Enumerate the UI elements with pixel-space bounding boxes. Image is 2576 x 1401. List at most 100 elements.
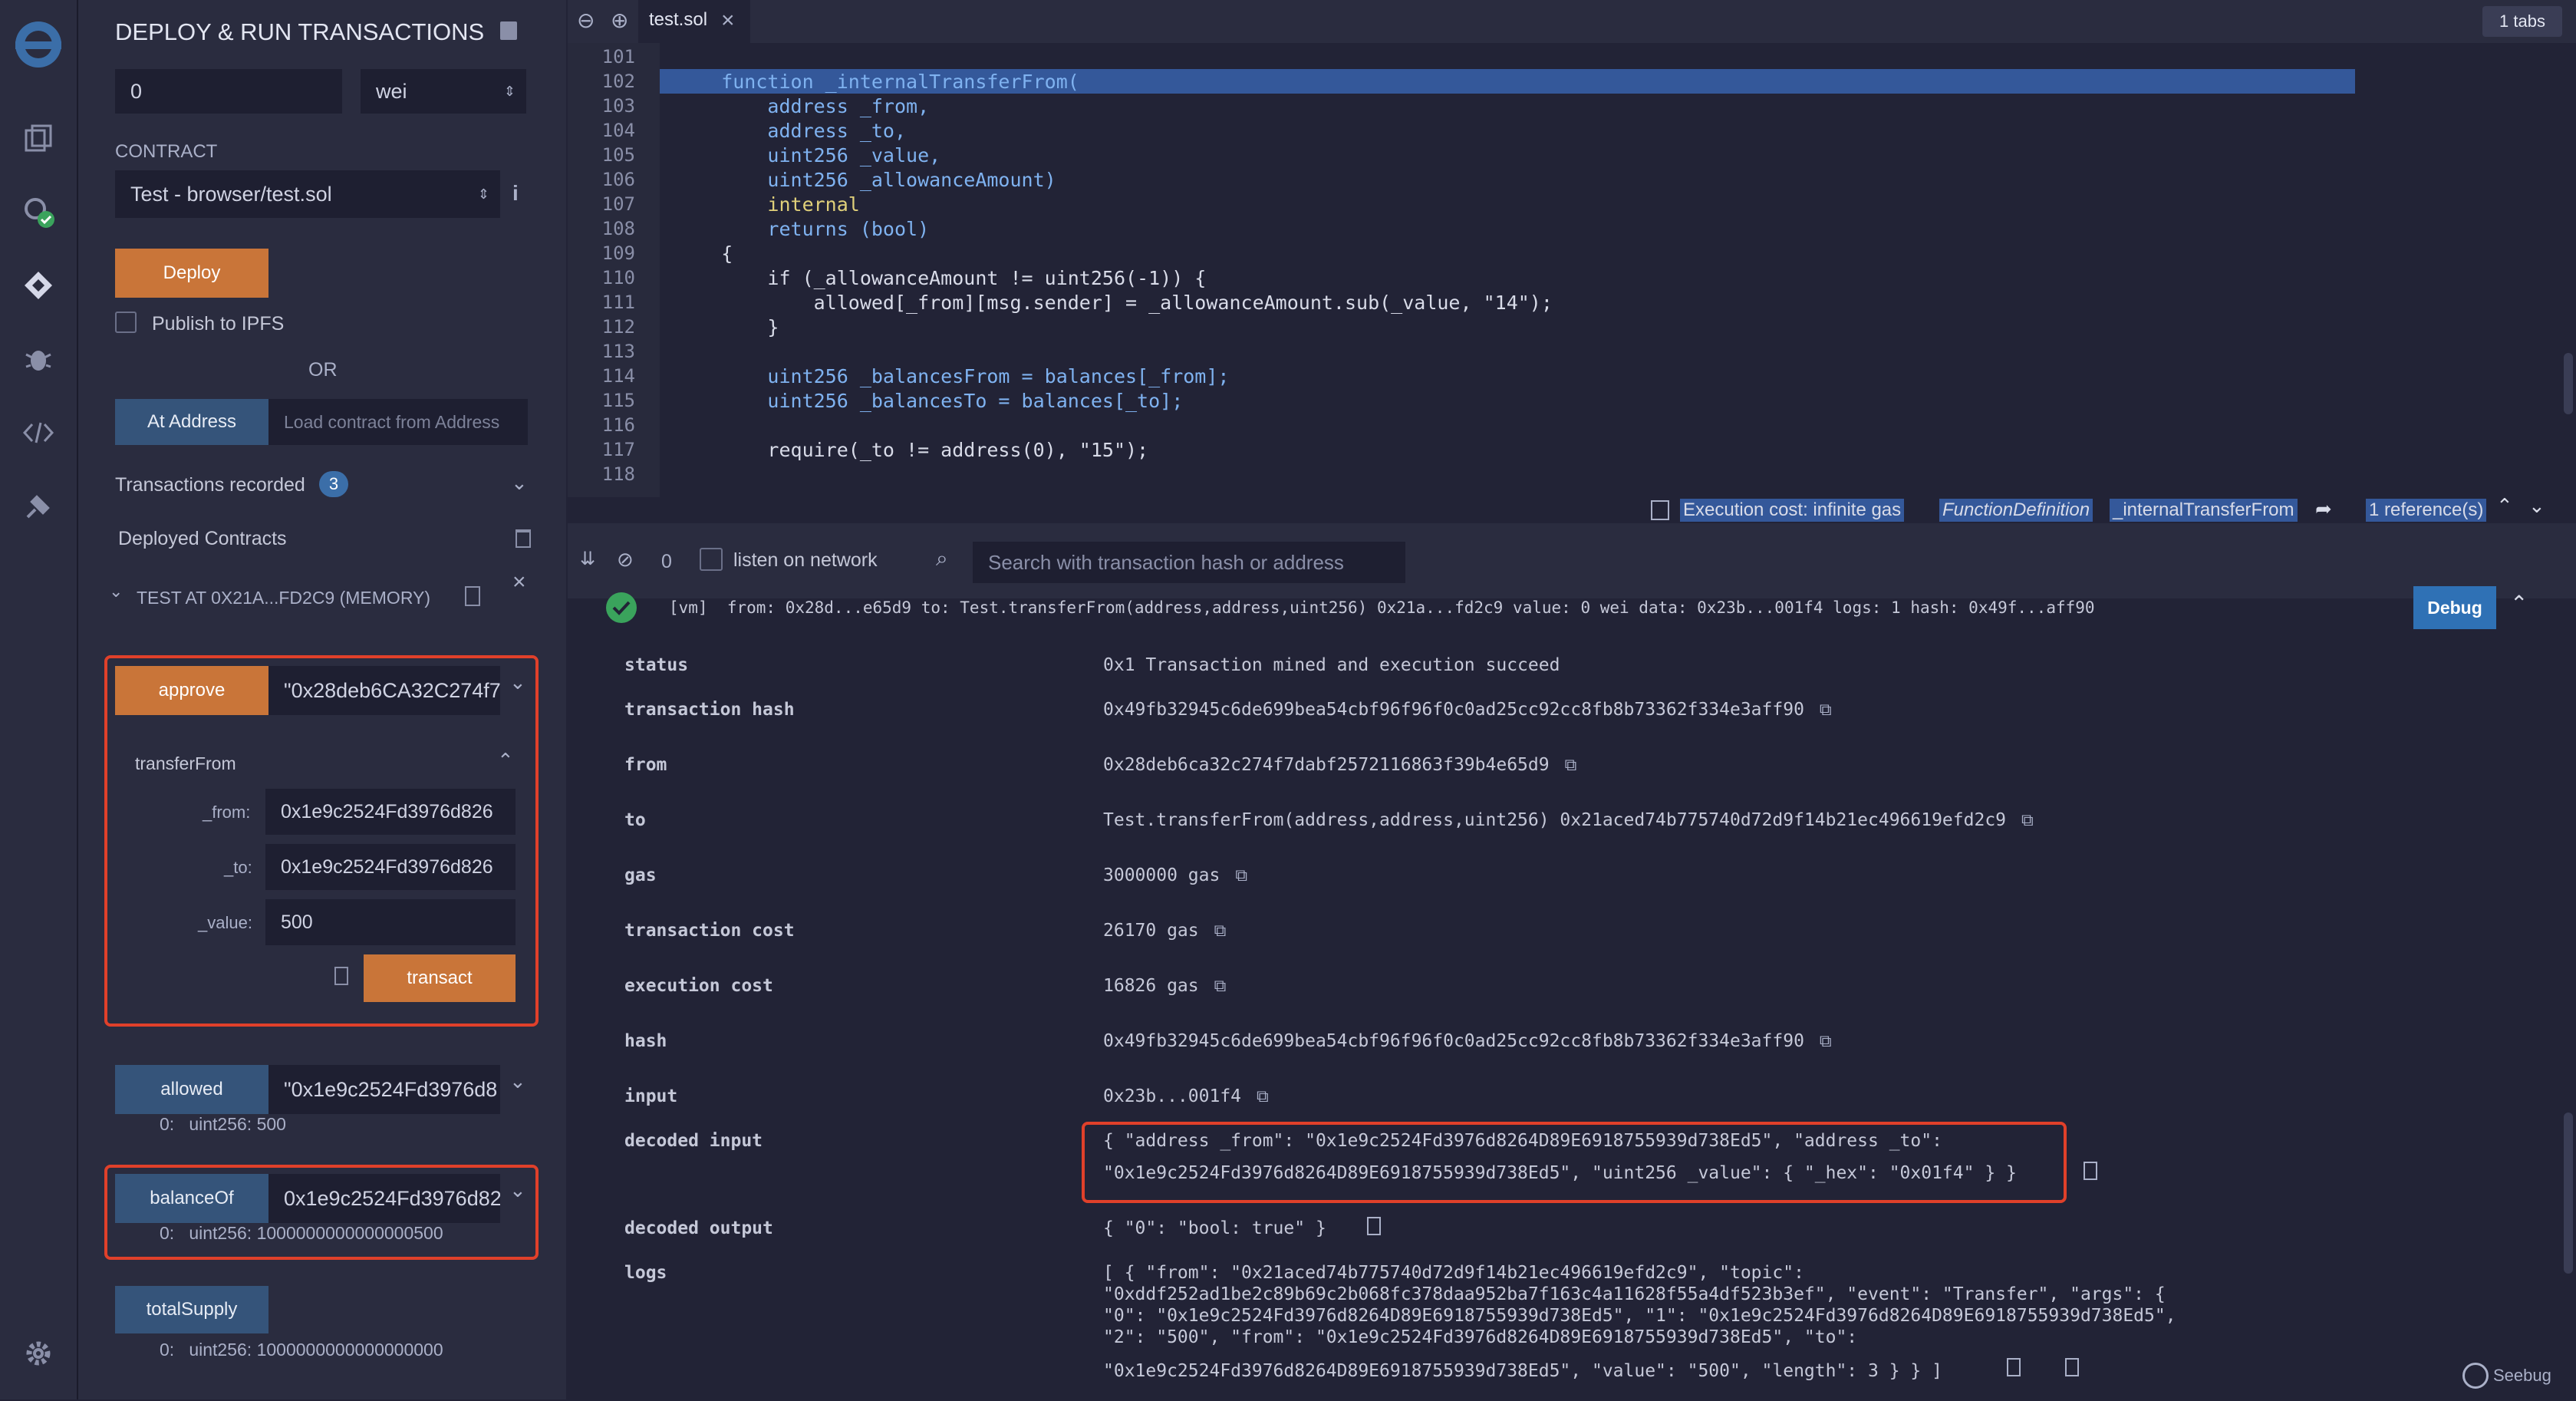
value-unit-select[interactable]: wei ⇕: [361, 69, 526, 114]
tx-detail-text: 3000000 gas: [1103, 865, 1220, 885]
approve-input[interactable]: "0x28deb6CA32C274f7: [268, 666, 500, 715]
chevron-down-icon[interactable]: ⌄: [2528, 494, 2545, 518]
tx-detail-value: 0x23b...001f4 ⧉: [1103, 1086, 1269, 1106]
copy-icon[interactable]: ⧉: [1214, 977, 1227, 996]
gas-icon: [1651, 500, 1669, 520]
close-tab-icon[interactable]: ×: [721, 8, 735, 34]
publish-checkbox[interactable]: [115, 312, 137, 333]
goto-definition-icon[interactable]: ➦: [2315, 497, 2332, 521]
collapse-terminal-icon[interactable]: ⇊: [580, 548, 595, 570]
terminal-scrollbar[interactable]: [2564, 1113, 2573, 1274]
success-check-icon: [606, 592, 637, 623]
editor-scrollbar[interactable]: [2564, 353, 2573, 414]
line-number: 110: [601, 267, 635, 288]
updown-icon: ⇕: [503, 83, 516, 99]
copy-icon[interactable]: ⧉: [2021, 811, 2034, 830]
plugin-manager-icon[interactable]: [17, 485, 60, 528]
search-icon: ⌕: [936, 546, 948, 570]
tx-detail-text: 0x49fb32945c6de699bea54cbf96f96f0c0ad25c…: [1103, 1031, 1804, 1051]
copy-icon[interactable]: [2007, 1358, 2021, 1376]
allowed-input[interactable]: "0x1e9c2524Fd3976d8: [268, 1065, 500, 1114]
tx-detail-key: status: [624, 655, 689, 675]
code-line: function _internalTransferFrom(: [675, 71, 1079, 93]
clear-console-icon[interactable]: ⊘: [617, 548, 634, 572]
totalsupply-button[interactable]: totalSupply: [115, 1286, 268, 1333]
code-line: {: [675, 242, 733, 265]
copy-icon[interactable]: ⧉: [1214, 921, 1227, 941]
docs-icon[interactable]: [500, 21, 517, 40]
chevron-up-icon[interactable]: ⌃: [2510, 591, 2528, 616]
logs-line4: "2": "500", "from": "0x1e9c2524Fd3976d82…: [1103, 1327, 1858, 1347]
zoom-in-icon[interactable]: ⊕: [611, 8, 628, 33]
publish-label: Publish to IPFS: [152, 313, 285, 335]
balanceof-input[interactable]: 0x1e9c2524Fd3976d82: [268, 1174, 500, 1223]
debugger-icon[interactable]: [17, 338, 60, 381]
chevron-down-icon[interactable]: ⌄: [509, 671, 526, 694]
tx-summary[interactable]: [vm] from: 0x28d...e65d9 to: Test.transf…: [669, 598, 2095, 617]
tx-search-input[interactable]: Search with transaction hash or address: [973, 542, 1405, 583]
debug-button[interactable]: Debug: [2413, 586, 2496, 629]
line-number: 117: [601, 439, 635, 460]
chevron-down-icon[interactable]: ⌄: [109, 582, 123, 602]
value-input[interactable]: 0: [115, 69, 342, 114]
copy-icon[interactable]: [2065, 1358, 2079, 1376]
compiler-icon[interactable]: [17, 190, 60, 233]
settings-gear-icon[interactable]: [17, 1332, 60, 1375]
code-line: internal: [675, 193, 860, 216]
chevron-down-icon[interactable]: ⌄: [509, 1070, 526, 1093]
copy-icon[interactable]: ⧉: [1820, 1032, 1832, 1051]
zoom-out-icon[interactable]: ⊖: [577, 8, 595, 33]
logs-line2: "0xddf252ad1be2c89b69c2b068fc378daa952ba…: [1103, 1284, 2166, 1304]
deploy-run-icon[interactable]: [17, 264, 60, 307]
line-number: 113: [601, 341, 635, 362]
line-number: 102: [601, 71, 635, 92]
at-address-button[interactable]: At Address: [115, 399, 268, 445]
file-explorer-icon[interactable]: [17, 117, 60, 160]
contract-select[interactable]: Test - browser/test.sol ⇕: [115, 170, 500, 218]
code-icon[interactable]: [17, 411, 60, 454]
approve-button[interactable]: approve: [115, 666, 268, 715]
copy-icon[interactable]: ⧉: [1257, 1087, 1269, 1106]
copy-icon[interactable]: [2084, 1162, 2097, 1180]
allowed-button[interactable]: allowed: [115, 1065, 268, 1114]
value-param-input[interactable]: 500: [265, 899, 516, 945]
tabs-count-dropdown[interactable]: 1 tabs: [2482, 6, 2562, 37]
tx-detail-value: 0x49fb32945c6de699bea54cbf96f96f0c0ad25c…: [1103, 700, 1832, 720]
line-number: 112: [601, 316, 635, 338]
updown-icon: ⇕: [477, 186, 489, 202]
load-address-input[interactable]: Load contract from Address: [268, 399, 528, 445]
copy-icon[interactable]: [334, 967, 348, 985]
references-label[interactable]: 1 reference(s): [2366, 499, 2487, 522]
transact-button[interactable]: transact: [364, 954, 516, 1002]
to-param-input[interactable]: 0x1e9c2524Fd3976d826: [265, 844, 516, 890]
chevron-down-icon[interactable]: ⌄: [509, 1178, 526, 1202]
tx-count-badge: 3: [319, 471, 348, 497]
from-param-input[interactable]: 0x1e9c2524Fd3976d826: [265, 789, 516, 835]
transferfrom-label: transferFrom: [135, 753, 236, 773]
info-icon[interactable]: i: [512, 181, 519, 206]
line-number: 101: [601, 46, 635, 68]
copy-icon[interactable]: [1367, 1217, 1381, 1235]
tx-detail-value: Test.transferFrom(address,address,uint25…: [1103, 810, 2034, 830]
tx-detail-key: transaction hash: [624, 700, 795, 720]
code-line: address _to,: [675, 120, 907, 142]
chevron-up-icon[interactable]: ⌃: [497, 749, 514, 773]
trash-icon[interactable]: [516, 529, 531, 548]
code-area[interactable]: 101 102 function _internalTransferFrom(10…: [568, 43, 2576, 499]
decoded-input-key: decoded input: [624, 1131, 763, 1151]
chevron-up-icon[interactable]: ⌃: [2496, 494, 2513, 518]
chevron-down-icon[interactable]: ⌄: [511, 471, 528, 495]
copy-icon[interactable]: ⧉: [1820, 700, 1832, 720]
to-param-label: _to:: [224, 858, 252, 877]
balanceof-button[interactable]: balanceOf: [115, 1174, 268, 1223]
copy-icon[interactable]: ⧉: [1235, 866, 1247, 885]
remix-logo-icon[interactable]: [9, 15, 68, 74]
copy-icon[interactable]: ⧉: [1565, 756, 1577, 775]
deploy-button[interactable]: Deploy: [115, 249, 268, 298]
code-line: if (_allowanceAmount != uint256(-1)) {: [675, 267, 1207, 289]
function-name-label: _internalTransferFrom: [2110, 499, 2298, 522]
close-icon[interactable]: ×: [512, 569, 526, 595]
value-param-label: _value:: [198, 913, 252, 932]
copy-icon[interactable]: [465, 586, 480, 606]
listen-checkbox[interactable]: [700, 548, 723, 571]
